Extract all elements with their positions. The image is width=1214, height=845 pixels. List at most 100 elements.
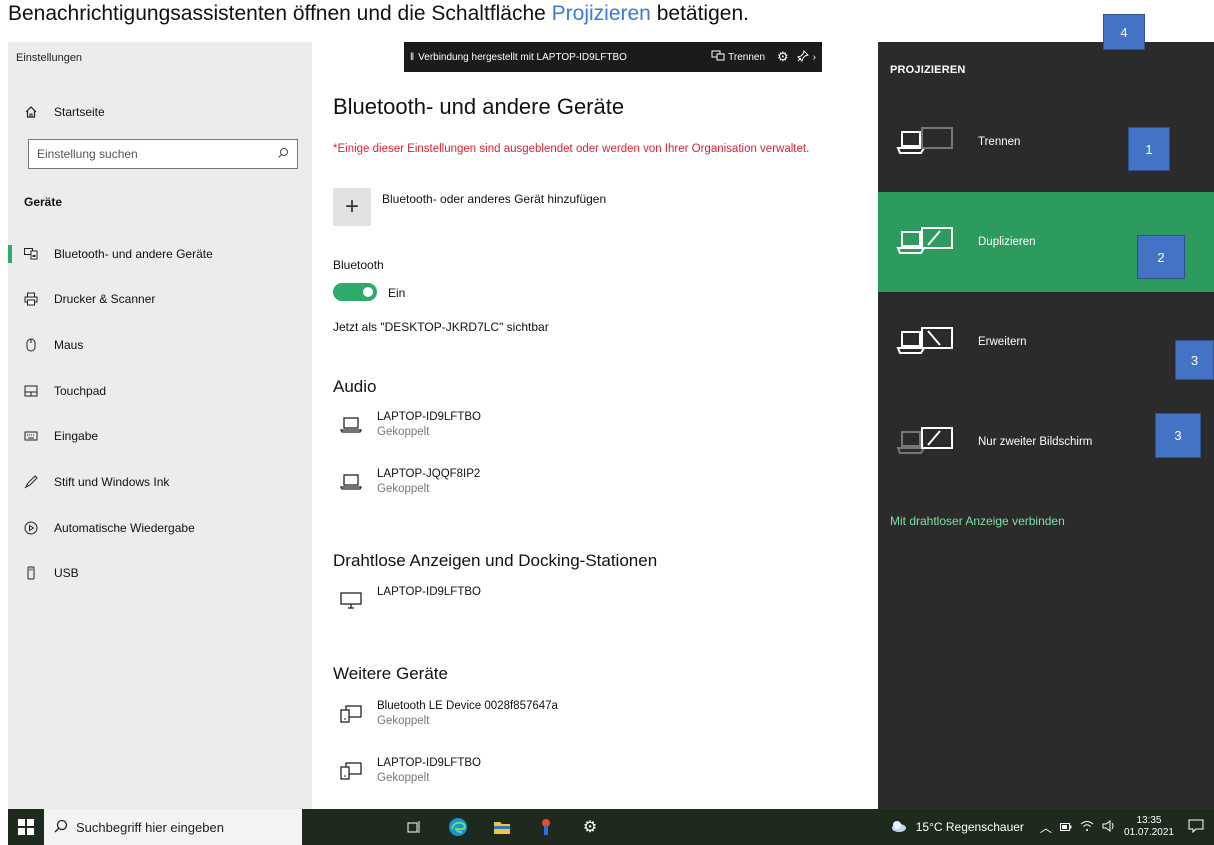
pin-icon[interactable] (796, 49, 809, 65)
device-item[interactable]: LAPTOP-ID9LFTBO Gekoppelt (333, 756, 481, 786)
sidebar-item-label: Startseite (54, 105, 105, 119)
sidebar-item-mouse[interactable]: Maus (8, 330, 312, 360)
disconnect-icon (711, 50, 725, 65)
sidebar-item-label: Eingabe (54, 429, 99, 443)
printer-icon (8, 292, 54, 306)
device-item[interactable]: Bluetooth LE Device 0028f857647a Gekoppe… (333, 699, 558, 729)
clock-time: 13:35 (1136, 815, 1162, 826)
plus-icon: + (344, 193, 359, 220)
disconnect-button[interactable]: Trennen (711, 50, 765, 65)
device-name: Bluetooth LE Device 0028f857647a (377, 700, 558, 712)
device-item[interactable]: LAPTOP-ID9LFTBO (333, 585, 481, 615)
bluetooth-toggle[interactable] (333, 283, 377, 301)
settings-main: ‖ Verbindung hergestellt mit LAPTOP-ID9L… (312, 42, 878, 809)
wireless-displays-heading: Drahtlose Anzeigen und Docking-Stationen (333, 551, 658, 570)
project-option-label: Nur zweiter Bildschirm (978, 436, 1093, 448)
extend-icon (878, 325, 978, 359)
device-status: Gekoppelt (377, 483, 430, 495)
sidebar-item-touchpad[interactable]: Touchpad (8, 376, 312, 406)
connect-wireless-display-link[interactable]: Mit drahtloser Anzeige verbinden (890, 514, 1065, 528)
instruction-caption: Benachrichtigungsassistenten öffnen und … (8, 2, 749, 26)
chevron-right-icon[interactable]: › (813, 52, 816, 63)
audio-heading: Audio (333, 377, 377, 396)
mouse-icon (8, 338, 54, 352)
sidebar-item-input[interactable]: Eingabe (8, 421, 312, 451)
weather-icon[interactable] (890, 819, 908, 836)
task-view-icon[interactable] (402, 815, 426, 839)
touchpad-icon (8, 385, 54, 397)
device-status: Gekoppelt (377, 772, 430, 784)
edge-icon[interactable] (446, 815, 470, 839)
notification-center-icon[interactable] (1188, 819, 1204, 836)
start-button[interactable] (8, 819, 44, 835)
caption-text-post: betätigen. (650, 2, 749, 25)
wifi-icon[interactable] (1080, 820, 1094, 835)
bluetooth-devices-icon (8, 248, 54, 260)
battery-icon[interactable] (1059, 820, 1072, 834)
drag-handle-icon[interactable]: ‖ (410, 52, 414, 63)
chevron-up-icon[interactable]: ︿ (1040, 819, 1052, 836)
taskbar: Suchbegriff hier eingeben ⚙ 15°C Regensc… (8, 809, 1214, 845)
settings-sidebar: Einstellungen Startseite Einstellung suc… (8, 42, 312, 809)
add-device-button[interactable]: + (333, 188, 371, 226)
taskbar-clock[interactable]: 13:35 01.07.2021 (1124, 815, 1174, 839)
laptop-icon (333, 410, 369, 440)
step-badge: 3 (1175, 340, 1214, 380)
pen-icon (8, 475, 54, 489)
search-icon (54, 819, 68, 836)
device-item[interactable]: LAPTOP-JQQF8IP2 Gekoppelt (333, 467, 480, 497)
sidebar-item-label: Drucker & Scanner (54, 292, 156, 306)
toggle-knob (363, 287, 373, 297)
page-title: Bluetooth- und andere Geräte (333, 94, 625, 119)
disconnect-label: Trennen (728, 51, 765, 63)
autoplay-icon (8, 521, 54, 535)
device-status: Gekoppelt (377, 715, 430, 727)
device-status: Gekoppelt (377, 426, 430, 438)
project-option-label: Erweitern (978, 336, 1027, 348)
project-panel-title: PROJIZIEREN (890, 64, 966, 76)
device-item[interactable]: LAPTOP-ID9LFTBO Gekoppelt (333, 410, 481, 440)
add-device-label[interactable]: Bluetooth- oder anderes Gerät hinzufügen (382, 192, 606, 206)
app-icon[interactable] (534, 815, 558, 839)
org-managed-warning: *Einige dieser Einstellungen sind ausgeb… (333, 143, 810, 155)
project-option-label: Duplizieren (978, 236, 1036, 248)
sidebar-section-title: Geräte (24, 195, 63, 209)
sidebar-item-usb[interactable]: USB (8, 558, 312, 588)
sidebar-item-autoplay[interactable]: Automatische Wiedergabe (8, 513, 312, 543)
settings-search-input[interactable]: Einstellung suchen (28, 139, 298, 169)
generic-device-icon (333, 699, 369, 729)
keyboard-icon (8, 431, 54, 441)
step-badge: 4 (1103, 14, 1145, 50)
windows-icon (18, 819, 34, 835)
file-explorer-icon[interactable] (490, 815, 514, 839)
system-tray: 15°C Regenschauer ︿ 13:35 01.07.2021 (890, 815, 1214, 839)
bluetooth-toggle-state: Ein (388, 286, 406, 300)
clock-date: 01.07.2021 (1123, 827, 1174, 838)
bluetooth-label: Bluetooth (333, 258, 384, 272)
caption-highlight: Projizieren (551, 2, 651, 25)
sidebar-item-home[interactable]: Startseite (8, 97, 312, 127)
step-badge: 2 (1137, 235, 1185, 279)
taskbar-apps: ⚙ (402, 815, 602, 839)
volume-icon[interactable] (1102, 819, 1116, 835)
duplicate-icon (878, 225, 978, 259)
taskbar-search-input[interactable]: Suchbegriff hier eingeben (44, 809, 302, 845)
other-devices-heading: Weitere Geräte (333, 664, 448, 683)
sidebar-item-label: Touchpad (54, 384, 107, 398)
sidebar-item-label: USB (54, 566, 79, 580)
device-name: LAPTOP-ID9LFTBO (377, 411, 481, 423)
project-option-extend[interactable]: Erweitern (878, 292, 1214, 392)
window-title: Einstellungen (16, 52, 83, 64)
caption-text-pre: Benachrichtigungsassistenten öffnen und … (8, 2, 552, 25)
weather-text[interactable]: 15°C Regenschauer (916, 820, 1024, 834)
second-screen-only-icon (878, 425, 978, 459)
monitor-icon (333, 585, 369, 615)
laptop-icon (333, 467, 369, 497)
sidebar-item-printers[interactable]: Drucker & Scanner (8, 284, 312, 314)
sidebar-item-bluetooth[interactable]: Bluetooth- und andere Geräte (8, 239, 312, 269)
sidebar-item-pen[interactable]: Stift und Windows Ink (8, 467, 312, 497)
settings-gear-icon[interactable]: ⚙ (578, 815, 602, 839)
taskbar-search-placeholder: Suchbegriff hier eingeben (76, 819, 224, 835)
search-icon (277, 147, 289, 162)
gear-icon[interactable]: ⚙ (777, 49, 789, 65)
